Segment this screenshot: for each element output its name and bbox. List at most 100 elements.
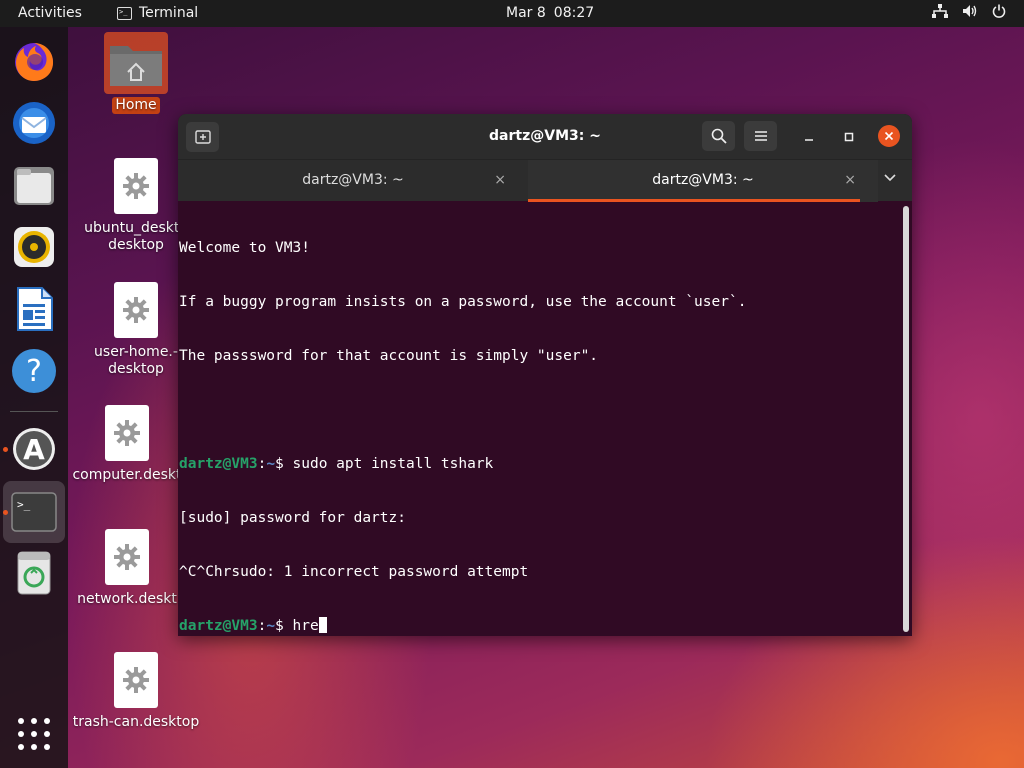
dock-help[interactable]: ? [8,345,60,397]
dock-rhythmbox[interactable] [8,221,60,273]
close-icon [884,131,894,141]
grid-dot [18,731,24,737]
clock[interactable]: Mar 8 08:27 [506,5,594,21]
tab-label: dartz@VM3: ~ [302,172,404,188]
dock: ? A >_ [0,27,68,768]
dock-separator [10,411,58,412]
hamburger-icon [754,131,767,141]
desktop-icon-network[interactable]: network.deskt [72,529,182,608]
software-icon: A [13,428,55,470]
activities-button[interactable]: Activities [18,5,82,21]
search-icon [711,128,727,144]
tab-label: dartz@VM3: ~ [652,172,754,188]
maximize-icon [844,132,854,142]
prompt-line: dartz@VM3:~$ hre [179,617,900,635]
dock-terminal[interactable]: >_ [8,486,60,538]
terminal-window[interactable]: dartz@VM3: ~ dartz@VM3: ~ × dartz@VM3: ~… [178,114,912,636]
desktop-icon-ubuntu[interactable]: ubuntu_deskto desktop [81,158,191,254]
scrollbar[interactable] [903,206,909,632]
terminal-output[interactable]: Welcome to VM3! If a buggy program insis… [178,201,900,636]
svg-text:>_: >_ [17,498,31,511]
output-line: [sudo] password for dartz: [179,510,406,526]
files-icon [14,167,54,205]
dock-writer[interactable] [8,283,60,335]
prompt-separator: : [257,456,267,472]
volume-icon [963,5,977,17]
desktop-icon-user-home[interactable]: user-home.- desktop [81,282,191,378]
terminal-icon: >_ [11,492,57,532]
output-line: The passsword for that account is simply… [179,348,599,364]
top-bar: Activities >_ Terminal Mar 8 08:27 [0,0,1024,27]
maximize-button[interactable] [838,126,860,148]
app-menu[interactable]: >_ Terminal [117,5,198,21]
desktop-icon-label: network.deskt [77,591,177,607]
desktop-icon-label: trash-can.desktop [72,714,200,730]
minimize-icon [805,139,813,141]
gear-icon [105,529,149,585]
thunderbird-icon [13,102,55,144]
app-menu-label: Terminal [139,5,199,21]
system-tray[interactable] [932,4,1006,18]
trash-icon [17,551,51,595]
desktop-icon-trash-can[interactable]: trash-can.desktop [72,652,200,731]
grid-dot [31,718,37,724]
gear-icon [105,405,149,461]
desktop-icon-label: ubuntu_deskto desktop [84,220,188,253]
tab-2[interactable]: dartz@VM3: ~ × [528,160,878,202]
desktop-icon-label: user-home.- desktop [94,344,178,377]
chevron-down-icon [884,174,896,182]
tab-1[interactable]: dartz@VM3: ~ × [178,160,528,202]
show-applications-button[interactable] [18,718,50,750]
dock-thunderbird[interactable] [8,97,60,149]
prompt-separator: : [257,618,267,634]
prompt-user: dartz@VM3 [179,618,258,634]
output-line: Welcome to VM3! [179,240,310,256]
close-button[interactable] [878,125,900,147]
hamburger-menu-button[interactable] [744,121,777,151]
svg-text:?: ? [26,354,42,389]
dock-trash[interactable] [8,547,60,599]
output-line: ^C^Chrsudo: 1 incorrect password attempt [179,564,529,580]
prompt-user: dartz@VM3 [179,456,258,472]
help-icon: ? [12,349,56,393]
tab-list-dropdown[interactable] [884,170,896,186]
svg-text:A: A [23,433,45,466]
desktop-icon-label: Home [112,97,160,114]
clock-date: Mar 8 [506,5,546,21]
power-icon [992,4,1006,18]
desktop-icon-label: computer.deskt [72,467,182,483]
clock-time: 08:27 [553,5,595,21]
rhythmbox-icon [14,227,54,267]
minimize-button[interactable] [798,126,820,148]
prompt-path: ~ [266,456,276,472]
grid-dot [31,731,37,737]
firefox-icon [15,43,54,81]
dock-software[interactable]: A [8,423,60,475]
dock-firefox[interactable] [8,35,60,87]
prompt-line: dartz@VM3:~$ sudo apt install tshark [179,455,900,473]
command-text: $ sudo apt install tshark [275,456,494,472]
tab-close-icon[interactable]: × [844,172,856,188]
grid-dot [44,731,50,737]
gear-icon [114,282,158,338]
tab-bar: dartz@VM3: ~ × dartz@VM3: ~ × [178,159,912,202]
prompt-path: ~ [266,618,276,634]
search-button[interactable] [702,121,735,151]
writer-icon [17,287,53,331]
dock-files[interactable] [8,159,60,211]
terminal-headerbar[interactable]: dartz@VM3: ~ [178,114,912,159]
grid-dot [44,744,50,750]
command-input[interactable]: $ hre [275,618,319,634]
output-line: If a buggy program insists on a password… [179,294,747,310]
desktop-icon-home[interactable]: Home [81,32,191,114]
home-folder-icon [104,32,168,94]
desktop-icon-computer[interactable]: computer.deskt [72,405,182,484]
gear-icon [114,158,158,214]
grid-dot [31,744,37,750]
grid-dot [18,718,24,724]
tab-close-icon[interactable]: × [494,172,506,188]
grid-dot [18,744,24,750]
network-icon [932,4,948,18]
grid-dot [44,718,50,724]
